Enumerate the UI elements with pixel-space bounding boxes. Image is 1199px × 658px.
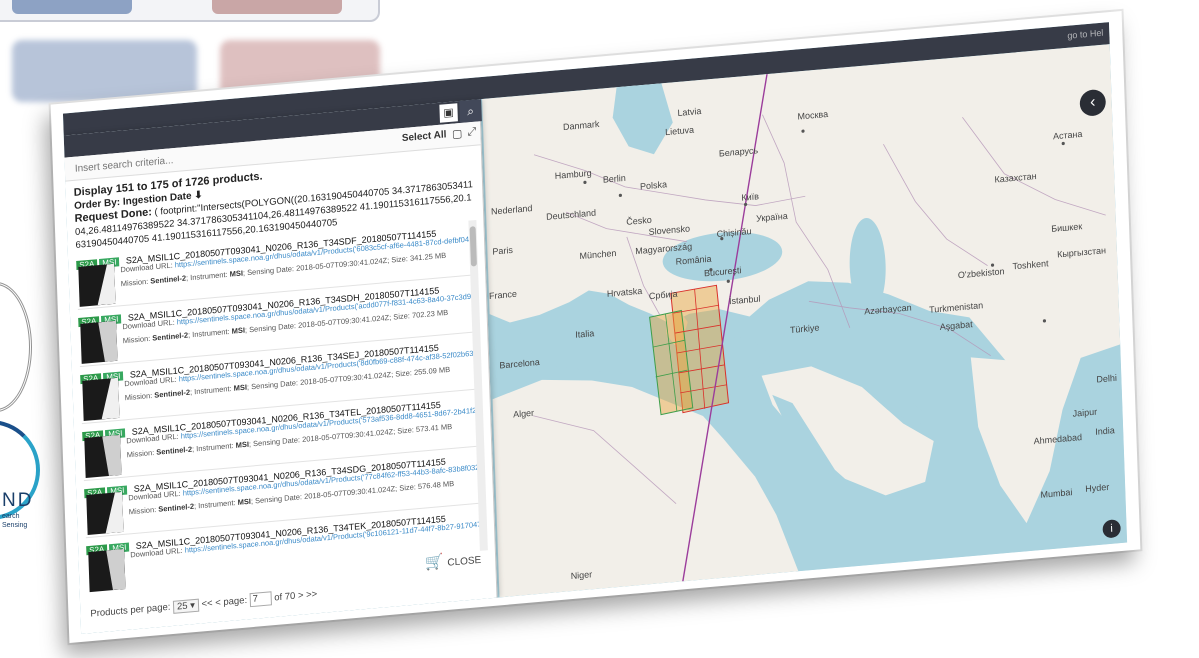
page-input[interactable]: 7 [249,591,272,608]
per-page-select[interactable]: 25 ▾ [172,598,200,614]
university-seal-logo [0,282,32,412]
prev-page-link[interactable]: < [215,597,221,608]
product-thumbnail[interactable] [78,263,116,307]
pagination: Products per page: 25 ▾ << < page: 7 of … [90,587,317,621]
select-all-button[interactable]: Select All [402,129,447,144]
arrow-down-icon: ⬇ [194,189,203,202]
first-page-link[interactable]: << [201,598,212,610]
page-label: page: [223,594,248,608]
save-icon[interactable]: ▣ [439,103,458,123]
square-icon[interactable]: ▢ [452,127,463,141]
cart-icon[interactable]: 🛒 [424,553,443,572]
scrollbar-thumb[interactable] [469,226,477,267]
product-thumbnail[interactable] [86,491,124,536]
background-frame [0,0,380,22]
help-link[interactable]: go to Hel [1067,28,1103,41]
product-panel: ▣ ⌕ Select All ▢ ⤢ Display 151 to 175 of… [63,99,498,634]
map-label-alger: Alger [512,407,535,420]
product-thumbnail[interactable] [82,377,120,421]
map-label-niger: Niger [570,569,593,582]
page-total: of 70 [274,590,296,604]
product-thumbnail[interactable] [80,320,118,364]
map-label-italia: Italia [575,328,595,340]
product-thumbnail[interactable] [84,434,122,479]
map-label-kyiv: Київ [741,191,760,203]
last-page-link[interactable]: >> [306,589,317,601]
map-label-latvia: Latvia [677,105,702,119]
product-thumbnail[interactable] [88,548,126,593]
app-window: go to Hel Latvia Lietuva Danmark Москва … [62,22,1128,634]
slide-stage: ND earch Sensing go to Hel Latvia Lietuv… [0,0,1199,658]
institute-logo-subtitle: earch Sensing [2,513,28,529]
map-label-paris: Paris [492,244,514,257]
background-block-red [212,0,342,14]
close-button[interactable]: 🛒 CLOSE [424,549,481,572]
app-screenshot: go to Hel Latvia Lietuva Danmark Москва … [50,10,1141,644]
background-block-blue [12,0,132,14]
product-list: S2A MSI S2A_MSIL1C_20180507T093041_N0206_… [75,218,482,594]
map-label-jaipur: Jaipur [1072,406,1098,419]
map-label-hyderabad: Hyder [1085,481,1110,494]
map-label-berlin: Berlin [602,172,626,185]
search-icon[interactable]: ⌕ [459,99,482,124]
map-label-delhi: Delhi [1096,372,1118,385]
per-page-label: Products per page: [90,601,171,620]
map-label-india: India [1095,425,1115,437]
institute-logo-letters: ND [2,490,34,511]
background-tile-left [12,40,197,102]
expand-icon[interactable]: ⤢ [467,126,476,140]
next-page-link[interactable]: > [298,590,304,601]
